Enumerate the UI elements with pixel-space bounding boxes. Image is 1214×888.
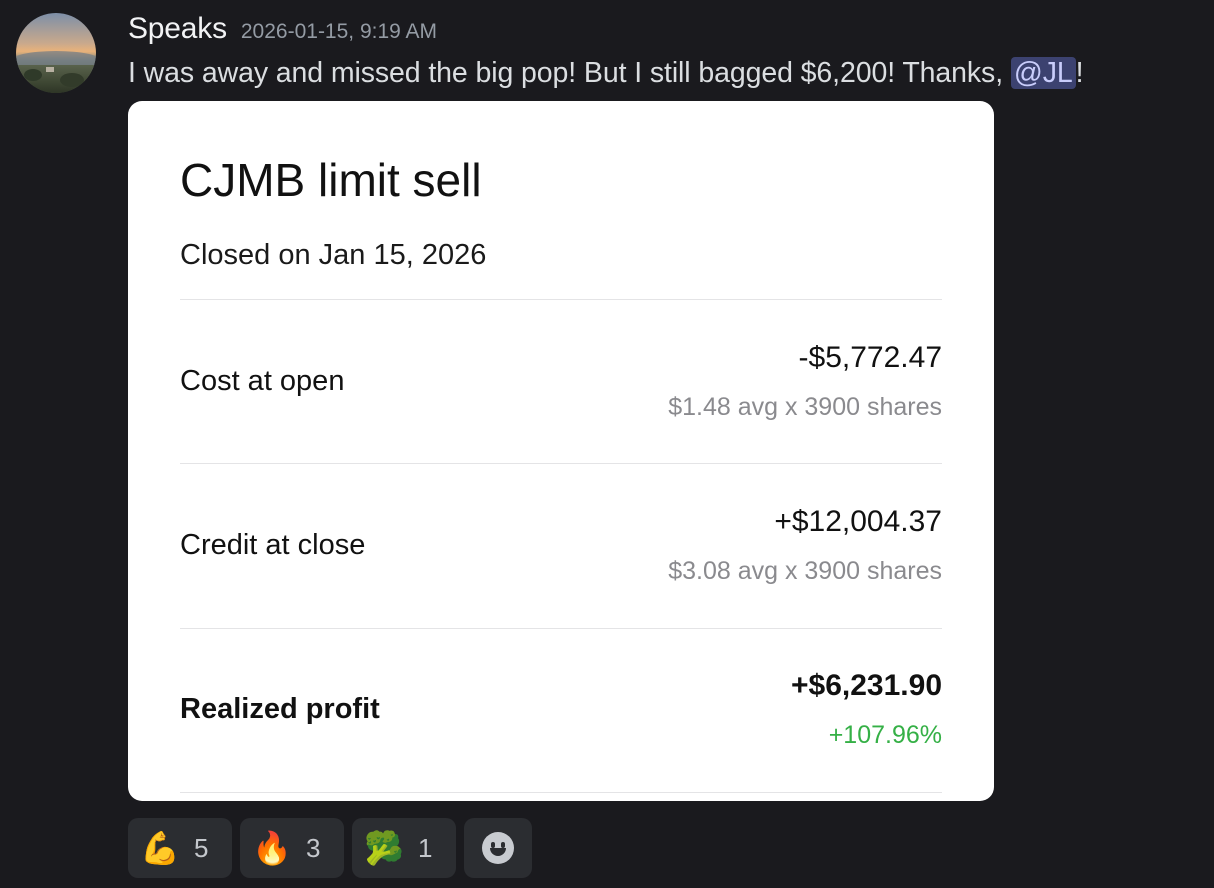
- credit-at-close-value: +$12,004.37: [774, 505, 942, 538]
- avatar-landscape-bush: [24, 69, 42, 81]
- message-timestamp[interactable]: 2026-01-15, 9:19 AM: [241, 20, 437, 44]
- reaction-count: 3: [306, 832, 321, 863]
- realized-profit-value: +$6,231.90: [791, 669, 942, 702]
- user-avatar[interactable]: [16, 13, 96, 93]
- divider: [180, 792, 942, 793]
- reaction-bar: 💪 5 🔥 3 🥦 1: [128, 818, 532, 878]
- author-name[interactable]: Speaks: [128, 12, 227, 46]
- cost-at-open-label: Cost at open: [180, 365, 345, 397]
- add-reaction-button[interactable]: [464, 818, 532, 878]
- cost-at-open-detail: $1.48 avg x 3900 shares: [668, 393, 942, 421]
- credit-at-close-detail: $3.08 avg x 3900 shares: [668, 557, 942, 585]
- divider: [180, 463, 942, 464]
- cost-at-open-value: -$5,772.47: [798, 341, 942, 374]
- message-text-part: !: [1075, 57, 1084, 89]
- add-reaction-smiley-icon: [482, 832, 514, 864]
- reaction-count: 5: [194, 832, 209, 863]
- reaction-broccoli[interactable]: 🥦 1: [352, 818, 456, 878]
- reaction-fire[interactable]: 🔥 3: [240, 818, 344, 878]
- message-text-part: I was away and missed the big pop! But I…: [128, 57, 1011, 89]
- message-text: I was away and missed the big pop! But I…: [128, 57, 1084, 90]
- flexed-biceps-icon: 💪: [140, 829, 180, 867]
- realized-profit-percent: +107.96%: [828, 721, 942, 749]
- broccoli-icon: 🥦: [364, 829, 404, 867]
- trade-summary-image[interactable]: CJMB limit sell Closed on Jan 15, 2026 C…: [128, 101, 994, 801]
- reaction-flexed-biceps[interactable]: 💪 5: [128, 818, 232, 878]
- avatar-landscape-house: [46, 67, 54, 72]
- divider: [180, 299, 942, 300]
- fire-icon: 🔥: [252, 829, 292, 867]
- avatar-landscape-bush: [60, 73, 84, 87]
- divider: [180, 628, 942, 629]
- user-mention[interactable]: @JL: [1010, 57, 1076, 89]
- realized-profit-label: Realized profit: [180, 693, 380, 725]
- trade-title: CJMB limit sell: [180, 154, 482, 206]
- message-header: Speaks 2026-01-15, 9:19 AM: [128, 12, 437, 52]
- trade-closed-date: Closed on Jan 15, 2026: [180, 239, 487, 271]
- chat-message: Speaks 2026-01-15, 9:19 AM I was away an…: [0, 0, 1214, 888]
- credit-at-close-label: Credit at close: [180, 529, 366, 561]
- reaction-count: 1: [418, 832, 433, 863]
